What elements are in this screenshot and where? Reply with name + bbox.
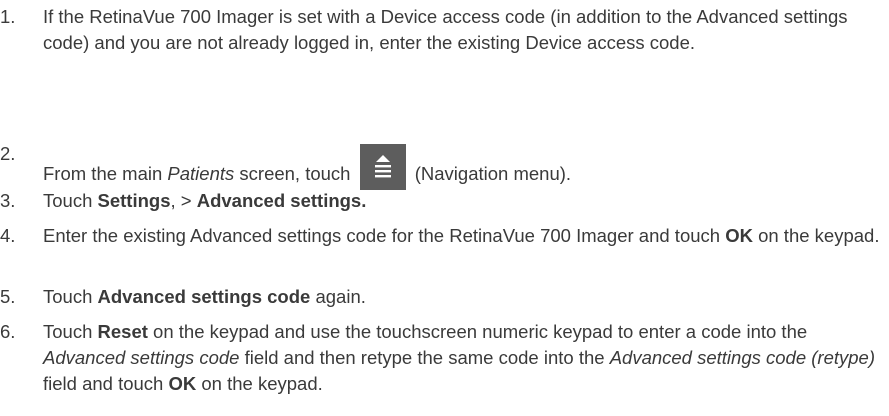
- step-number: 3.: [0, 190, 16, 211]
- step-number: 5.: [0, 286, 16, 307]
- step-text: Touch Reset on the keypad and use the to…: [43, 321, 876, 394]
- step-number: 6.: [0, 321, 16, 342]
- step-number: 1.: [0, 6, 16, 27]
- step-text: Touch Settings, > Advanced settings.: [43, 190, 367, 211]
- step-number: 2.: [0, 143, 16, 164]
- step-text: If the RetinaVue 700 Imager is set with …: [43, 6, 848, 53]
- step-text: From the main Patients screen, touch (Na…: [43, 141, 883, 190]
- navigation-menu-icon: [359, 144, 406, 190]
- step-number: 4.: [0, 225, 16, 246]
- step-text: Enter the existing Advanced settings cod…: [43, 225, 880, 246]
- step-text: Touch Advanced settings code again.: [43, 286, 366, 307]
